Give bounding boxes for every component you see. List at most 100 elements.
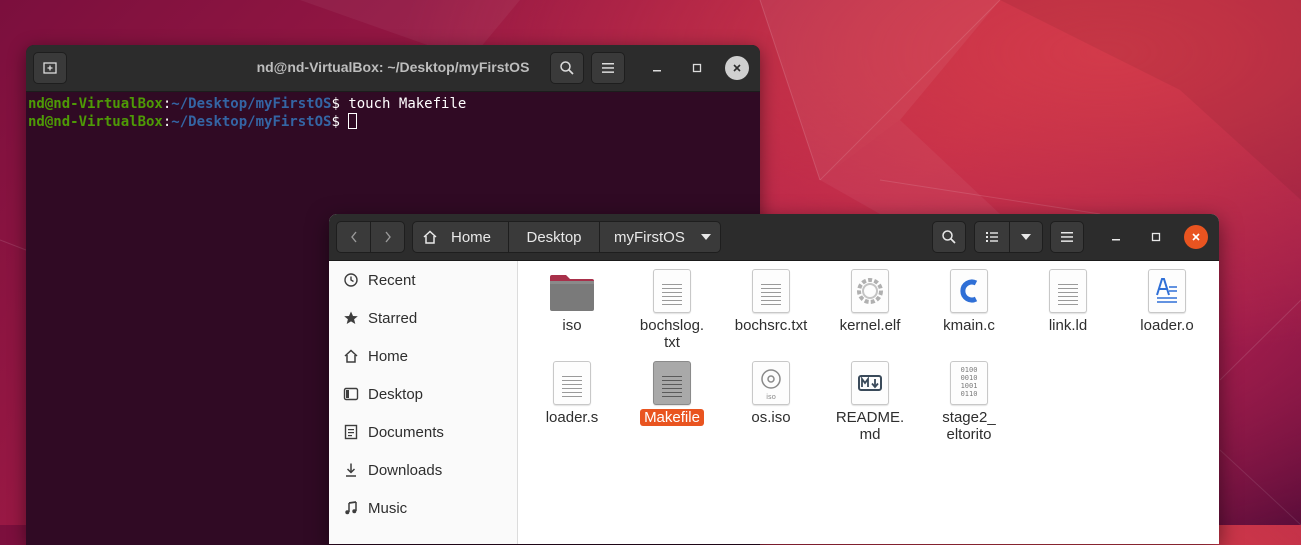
file-grid[interactable]: iso bochslog. txt bochsrc.txt kernel.elf <box>519 261 1219 544</box>
files-titlebar[interactable]: Home Desktop myFirstOS <box>329 214 1219 261</box>
file-label: Makefile <box>640 409 704 426</box>
terminal-maximize-button[interactable] <box>685 56 709 80</box>
file-item-stage2-eltorito[interactable]: 0100 0010 1001 0110 stage2_ eltorito <box>919 353 1019 443</box>
file-item-iso[interactable]: iso <box>522 261 622 334</box>
back-button[interactable] <box>336 221 371 253</box>
file-item-link-ld[interactable]: link.ld <box>1018 261 1118 334</box>
svg-text:0100: 0100 <box>961 366 978 374</box>
terminal-titlebar[interactable]: nd@nd-VirtualBox: ~/Desktop/myFirstOS <box>26 45 760 92</box>
files-search-button[interactable] <box>932 221 966 253</box>
file-item-readme-md[interactable]: README. md <box>820 353 920 443</box>
breadcrumb-desktop[interactable]: Desktop <box>508 221 600 253</box>
file-item-kernel-elf[interactable]: kernel.elf <box>820 261 920 334</box>
object-file-icon <box>1143 267 1191 315</box>
terminal-minimize-button[interactable] <box>645 56 669 80</box>
executable-icon <box>846 267 894 315</box>
text-file-icon <box>548 359 596 407</box>
breadcrumb-myfirstos[interactable]: myFirstOS <box>599 221 721 253</box>
file-label: kmain.c <box>943 317 995 334</box>
hamburger-menu-icon <box>1061 232 1073 242</box>
sidebar-item-label: Downloads <box>368 461 443 479</box>
sidebar-item-recent[interactable]: Recent <box>329 261 517 299</box>
file-item-loader-s[interactable]: loader.s <box>522 353 622 426</box>
caret-down-icon <box>1021 234 1031 240</box>
file-item-os-iso[interactable]: iso os.iso <box>721 353 821 426</box>
sidebar-item-label: Recent <box>368 271 416 289</box>
sidebar-item-label: Home <box>368 347 409 365</box>
sidebar-item-music[interactable]: Music <box>329 489 517 527</box>
terminal-line: nd@nd-VirtualBox:~/Desktop/myFirstOS$ <box>28 113 760 131</box>
svg-text:1001: 1001 <box>961 382 978 390</box>
file-item-loader-o[interactable]: loader.o <box>1117 261 1217 334</box>
terminal-close-button[interactable] <box>725 56 749 80</box>
view-options-button[interactable] <box>1009 221 1043 253</box>
new-tab-button[interactable] <box>33 52 67 84</box>
prompt-symbol: $ <box>331 96 340 112</box>
files-maximize-button[interactable] <box>1144 225 1168 249</box>
terminal-cursor <box>348 113 358 129</box>
file-item-bochsrc[interactable]: bochsrc.txt <box>721 261 821 334</box>
chevron-right-icon <box>384 231 391 243</box>
file-label: loader.s <box>545 409 599 426</box>
breadcrumb-label: Desktop <box>526 228 582 246</box>
prompt-user: nd@nd-VirtualBox <box>28 114 163 130</box>
places-sidebar: Recent Starred Home Desktop Documents Do… <box>329 261 518 544</box>
files-minimize-button[interactable] <box>1104 225 1128 249</box>
music-icon <box>343 500 359 516</box>
sidebar-item-desktop[interactable]: Desktop <box>329 375 517 413</box>
breadcrumb-home[interactable]: Home <box>412 221 509 253</box>
terminal-command <box>340 114 348 130</box>
close-icon <box>733 64 741 72</box>
star-icon <box>343 310 359 326</box>
markdown-icon <box>846 359 894 407</box>
new-tab-icon <box>43 62 57 74</box>
minimize-icon <box>1112 239 1120 241</box>
hamburger-menu-icon <box>602 63 614 73</box>
prompt-user: nd@nd-VirtualBox <box>28 96 163 112</box>
files-window[interactable]: Home Desktop myFirstOS Recent Starred Ho… <box>329 214 1219 544</box>
breadcrumb-label: myFirstOS <box>614 228 685 246</box>
terminal-output[interactable]: nd@nd-VirtualBox:~/Desktop/myFirstOS$ to… <box>26 92 760 131</box>
sidebar-item-label: Starred <box>368 309 418 327</box>
document-icon <box>343 424 359 440</box>
sidebar-item-downloads[interactable]: Downloads <box>329 451 517 489</box>
clock-icon <box>343 272 359 288</box>
svg-text:iso: iso <box>766 393 776 401</box>
folder-icon <box>548 267 596 315</box>
sidebar-item-label: Music <box>368 499 408 517</box>
sidebar-item-home[interactable]: Home <box>329 337 517 375</box>
file-item-makefile[interactable]: Makefile <box>622 353 722 427</box>
file-label: stage2_ eltorito <box>942 409 996 443</box>
terminal-search-button[interactable] <box>550 52 584 84</box>
desktop-icon <box>343 386 359 402</box>
file-label: bochsrc.txt <box>734 317 808 334</box>
sidebar-item-label: Desktop <box>368 385 424 403</box>
forward-button[interactable] <box>370 221 405 253</box>
file-item-kmain-c[interactable]: kmain.c <box>919 261 1019 334</box>
files-menu-button[interactable] <box>1050 221 1084 253</box>
prompt-symbol: $ <box>331 114 340 130</box>
files-close-button[interactable] <box>1184 225 1208 249</box>
terminal-menu-button[interactable] <box>591 52 625 84</box>
caret-down-icon <box>700 234 711 240</box>
sidebar-item-documents[interactable]: Documents <box>329 413 517 451</box>
terminal-line: nd@nd-VirtualBox:~/Desktop/myFirstOS$ to… <box>28 96 467 112</box>
breadcrumb-label: Home <box>451 228 492 246</box>
minimize-icon <box>653 70 661 72</box>
sidebar-item-starred[interactable]: Starred <box>329 299 517 337</box>
list-view-button[interactable] <box>974 221 1010 253</box>
text-file-icon <box>747 267 795 315</box>
file-label: kernel.elf <box>839 317 901 334</box>
file-label: bochslog. txt <box>639 317 705 351</box>
file-label: README. md <box>835 409 905 443</box>
prompt-path: ~/Desktop/myFirstOS <box>171 96 332 112</box>
terminal-command: touch Makefile <box>339 96 467 112</box>
home-icon <box>343 348 359 364</box>
close-icon <box>1192 233 1200 241</box>
disc-image-icon: iso <box>747 359 795 407</box>
text-file-icon <box>648 359 696 407</box>
download-icon <box>343 462 359 478</box>
sidebar-item-label: Documents <box>368 423 444 441</box>
svg-text:0110: 0110 <box>961 390 978 398</box>
file-item-bochslog[interactable]: bochslog. txt <box>622 261 722 351</box>
